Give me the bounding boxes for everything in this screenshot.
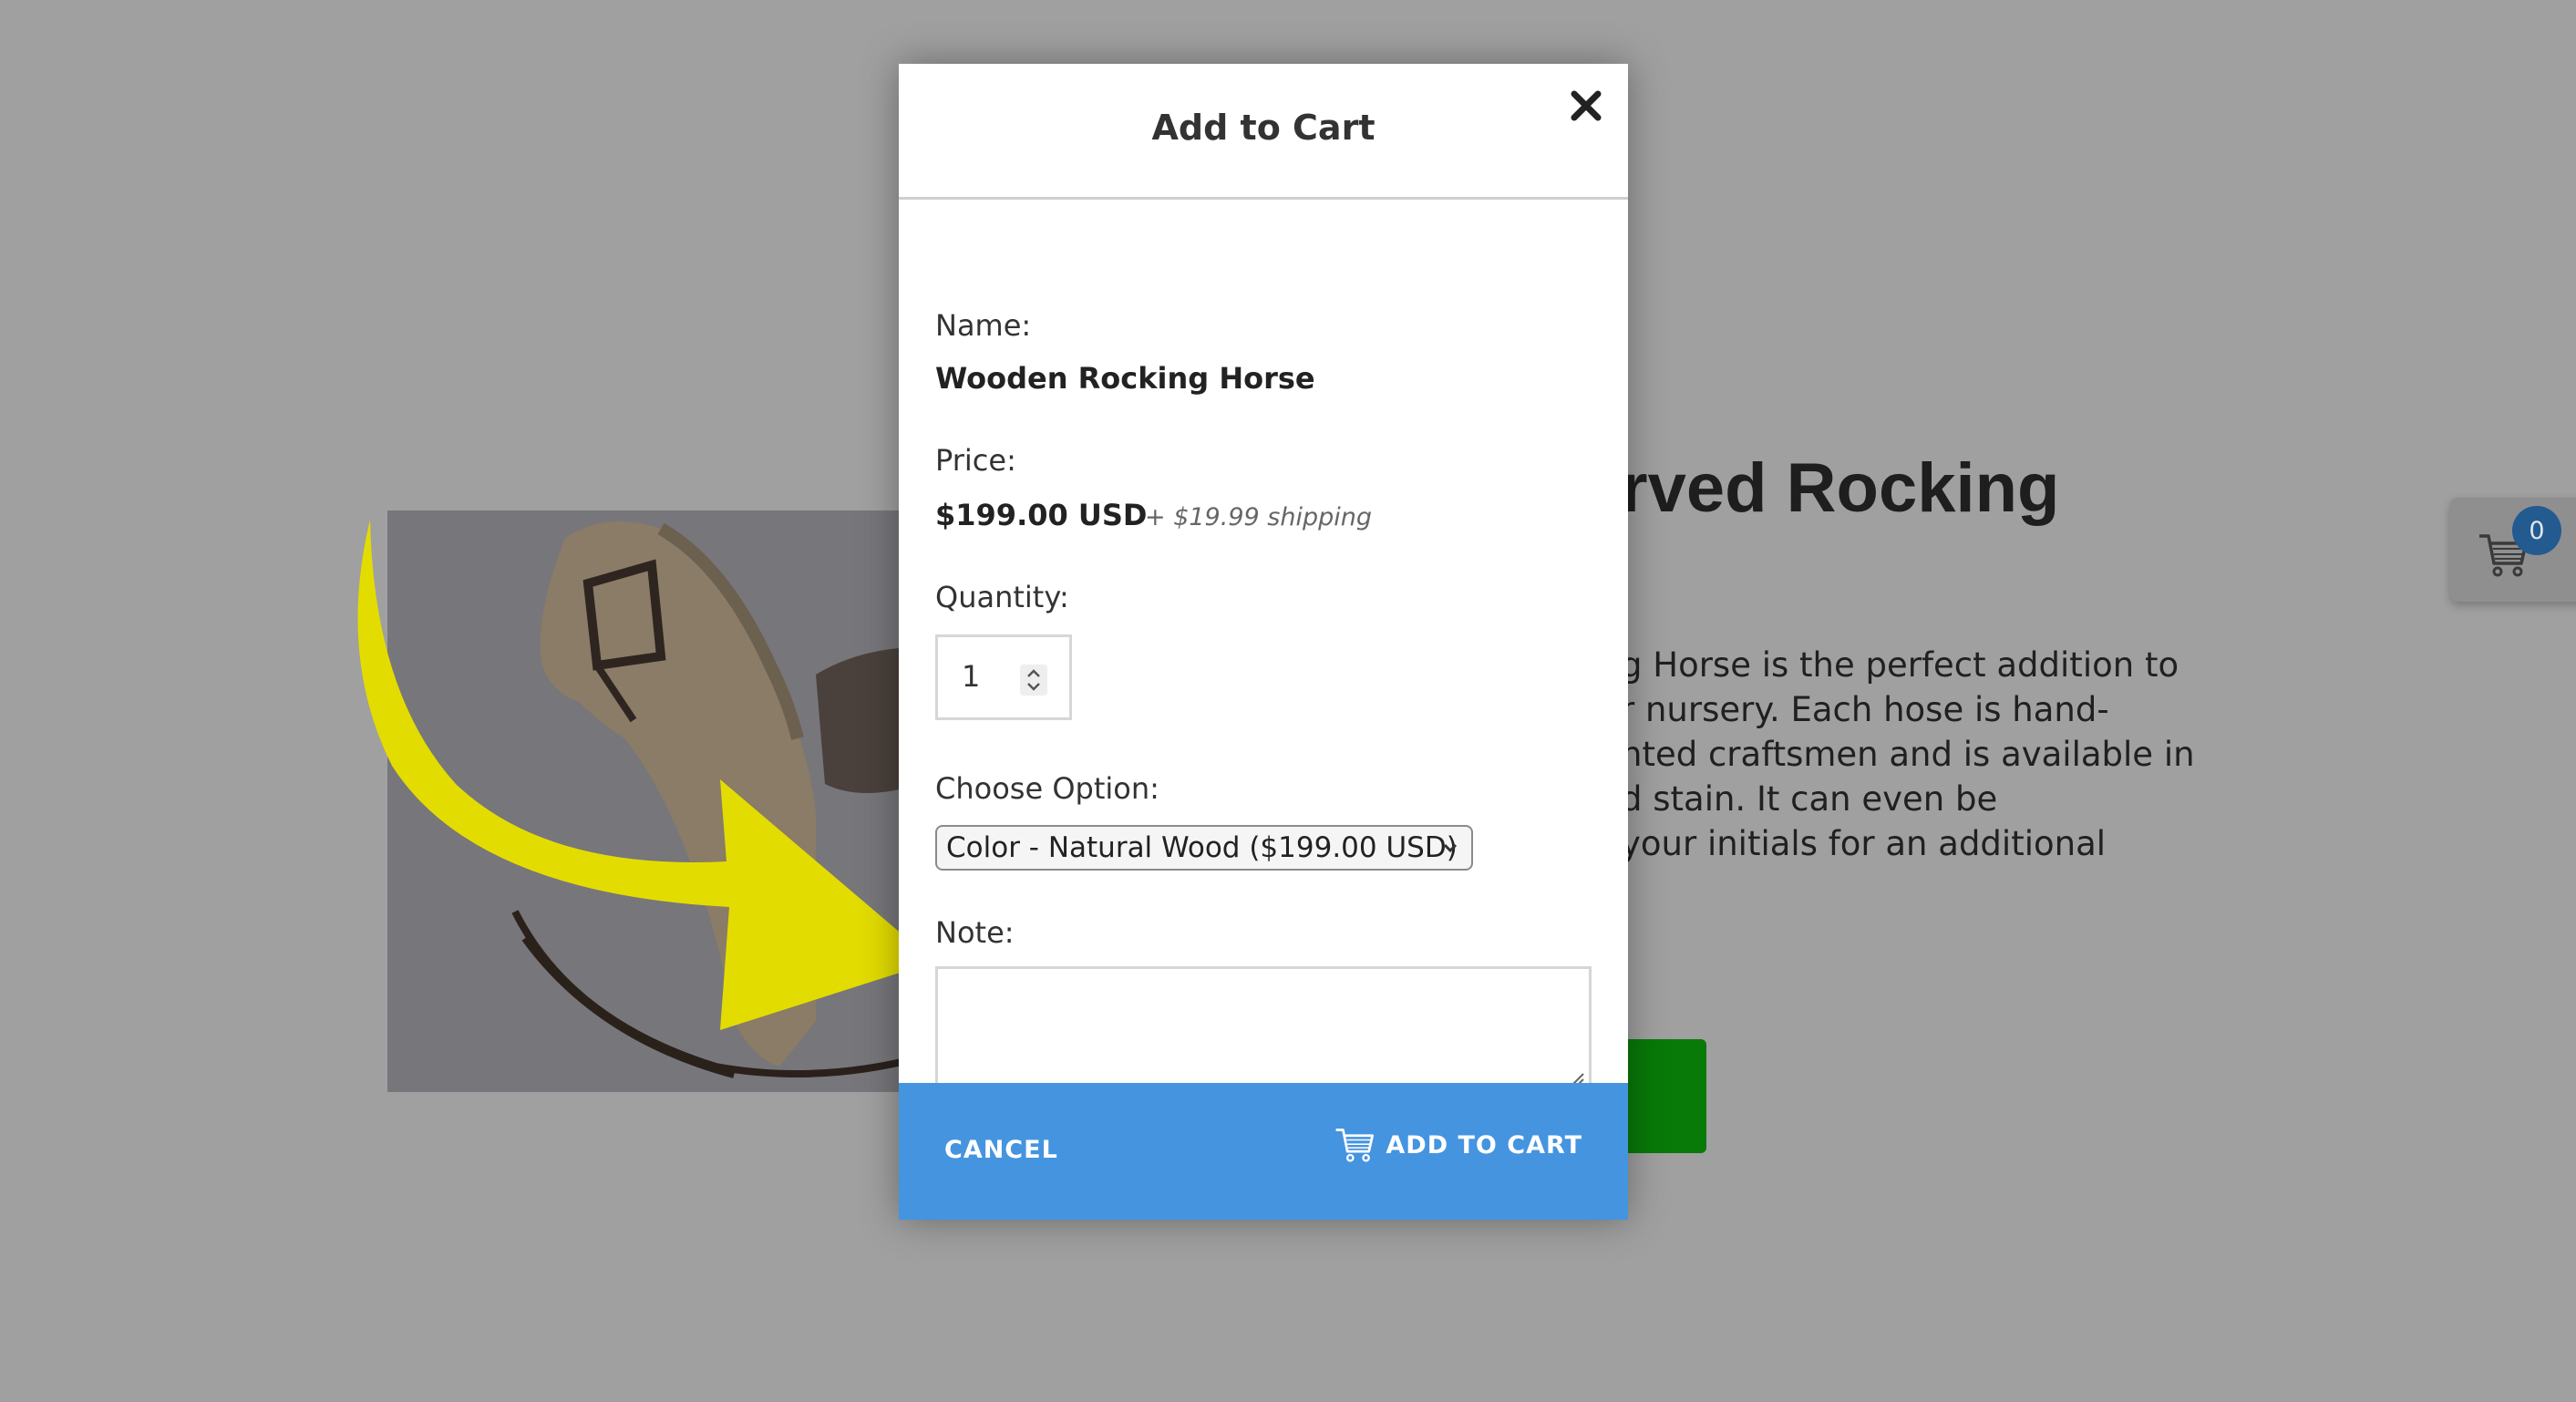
quantity-input[interactable]: 1 (935, 634, 1072, 720)
product-name: Wooden Rocking Horse (935, 361, 1315, 396)
option-label: Choose Option: (935, 771, 1159, 806)
note-textarea[interactable] (935, 966, 1592, 1097)
shipping-note: + $19.99 shipping (1145, 503, 1372, 531)
price-label: Price: (935, 443, 1016, 478)
add-to-cart-label: ADD TO CART (1386, 1130, 1582, 1160)
cart-count-badge: 0 (2512, 506, 2561, 555)
add-to-cart-modal: Add to Cart Name: Wooden Rocking Horse P… (899, 64, 1628, 1220)
option-selected-value: Color - Natural Wood ($199.00 USD) (946, 831, 1458, 864)
quantity-label: Quantity: (935, 580, 1069, 614)
description-line: d stain. It can even be (1621, 779, 1998, 819)
description-line: your initials for an additional (1621, 824, 2107, 863)
close-icon (1571, 90, 1602, 121)
description-line: g Horse is the perfect addition to (1621, 645, 2179, 685)
quantity-value: 1 (962, 659, 981, 694)
modal-footer: CANCEL ADD TO CART (899, 1083, 1628, 1220)
description-line: nted craftsmen and is available in (1621, 735, 2195, 774)
stepper-arrows-icon (1027, 669, 1040, 691)
note-label: Note: (935, 915, 1015, 950)
price-value: $199.00 USD (935, 498, 1148, 532)
name-label: Name: (935, 308, 1032, 343)
close-button[interactable] (1564, 84, 1608, 128)
product-title: rved Rocking (1621, 449, 2060, 527)
cancel-button[interactable]: CANCEL (944, 1136, 1058, 1164)
modal-header: Add to Cart (899, 64, 1628, 200)
add-to-cart-button[interactable]: ADD TO CART (1334, 1127, 1582, 1163)
product-image (387, 510, 921, 1092)
modal-title: Add to Cart (1151, 108, 1376, 148)
quantity-stepper[interactable] (1020, 665, 1047, 696)
product-description: g Horse is the perfect addition to r nur… (1621, 643, 2213, 866)
shopping-cart-icon (1335, 1129, 1375, 1162)
description-line: r nursery. Each hose is hand- (1621, 690, 2109, 729)
cart-widget[interactable] (2450, 498, 2576, 602)
option-select[interactable]: Color - Natural Wood ($199.00 USD) (935, 825, 1473, 871)
chevron-down-icon (1443, 843, 1458, 853)
